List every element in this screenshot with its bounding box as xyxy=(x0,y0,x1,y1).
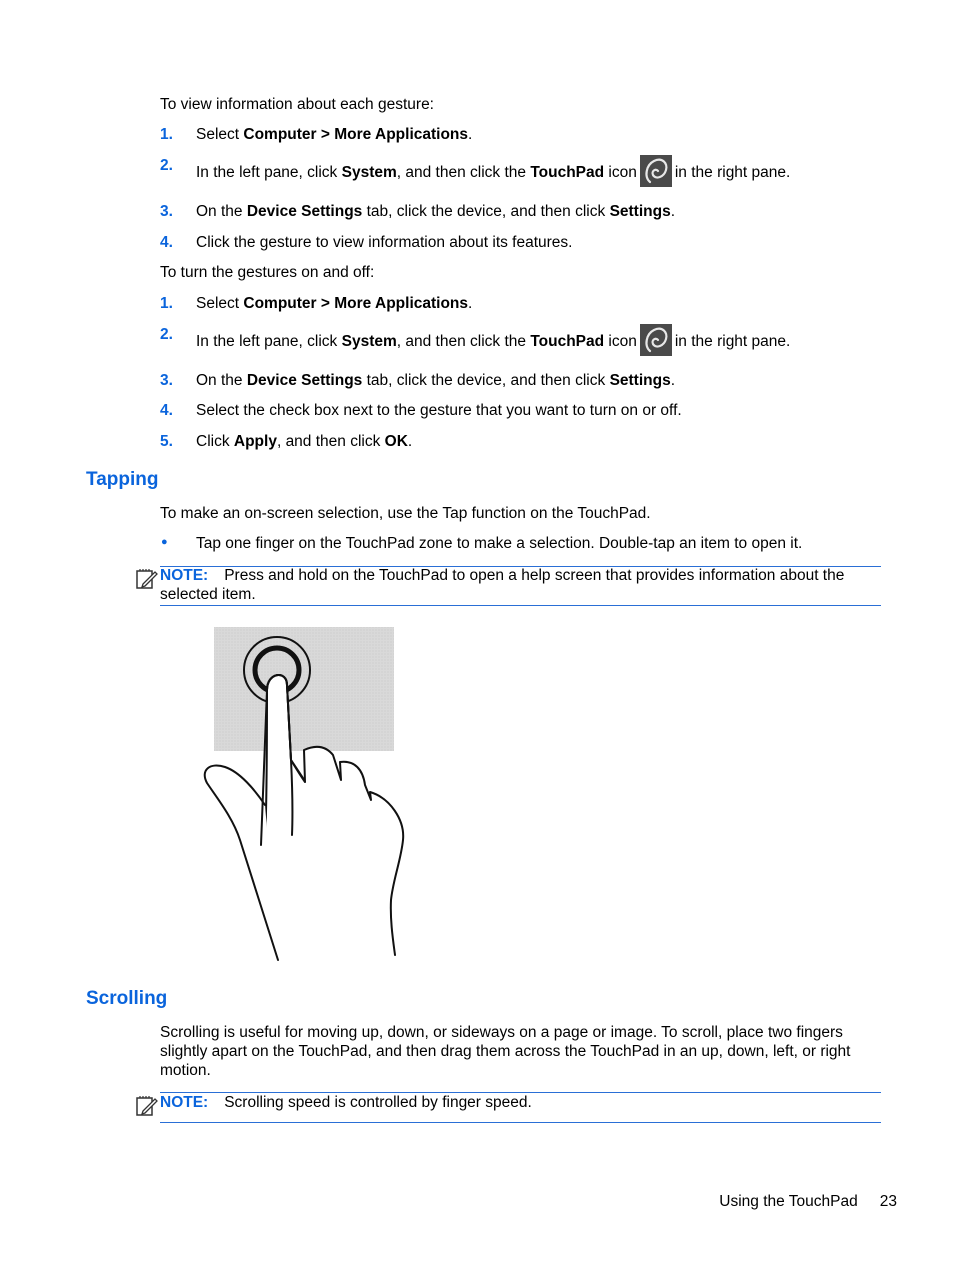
intro-view-text: To view information about each gesture: xyxy=(160,96,434,113)
tapping-body: To make an on-screen selection, use the … xyxy=(160,505,651,522)
scrolling-body-line: Scrolling is useful for moving up, down,… xyxy=(160,1024,843,1041)
step-number: 4. xyxy=(160,234,173,251)
toggle-step-2: In the left pane, click System, and then… xyxy=(196,324,790,358)
view-step-2: In the left pane, click System, and then… xyxy=(196,155,790,189)
tapping-heading: Tapping xyxy=(86,469,159,490)
step-number: 4. xyxy=(160,402,173,419)
note-label: NOTE: xyxy=(160,567,209,584)
view-step-1: Select Computer > More Applications. xyxy=(196,126,473,143)
bullet-marker: ● xyxy=(161,536,168,548)
step-number: 2. xyxy=(160,157,173,174)
touchpad-icon xyxy=(639,324,672,356)
toggle-step-5: Click Apply, and then click OK. xyxy=(196,433,413,450)
note-label: NOTE: xyxy=(160,1094,209,1111)
toggle-step-4: Select the check box next to the gesture… xyxy=(196,402,682,419)
note-text: Press and hold on the TouchPad to open a… xyxy=(224,567,845,584)
note-icon xyxy=(135,1094,159,1123)
footer-section: Using the TouchPad xyxy=(719,1193,858,1210)
page-footer: Using the TouchPad 23 xyxy=(719,1193,897,1211)
view-step-3: On the Device Settings tab, click the de… xyxy=(196,203,676,220)
step-number: 1. xyxy=(160,126,173,143)
tapping-bullet: Tap one finger on the TouchPad zone to m… xyxy=(196,535,803,552)
toggle-step-3: On the Device Settings tab, click the de… xyxy=(196,372,676,389)
scrolling-heading: Scrolling xyxy=(86,988,168,1009)
step-number: 2. xyxy=(160,326,173,343)
tapping-note: NOTE: Press and hold on the TouchPad to o… xyxy=(160,566,881,606)
note-icon xyxy=(135,567,159,596)
scrolling-body-line: motion. xyxy=(160,1062,211,1079)
touchpad-icon xyxy=(639,155,672,187)
intro-toggle-text: To turn the gestures on and off: xyxy=(160,264,375,281)
step-number: 3. xyxy=(160,372,173,389)
note-text-cont: selected item. xyxy=(160,586,256,603)
tap-gesture-illustration xyxy=(195,620,415,970)
scrolling-body-line: slightly apart on the TouchPad, and then… xyxy=(160,1043,851,1060)
step-number: 3. xyxy=(160,203,173,220)
page-number: 23 xyxy=(879,1193,897,1210)
step-number: 5. xyxy=(160,433,173,450)
scrolling-note: NOTE: Scrolling speed is controlled by fi… xyxy=(160,1092,881,1123)
toggle-step-1: Select Computer > More Applications. xyxy=(196,295,473,312)
view-step-4: Click the gesture to view information ab… xyxy=(196,234,573,251)
note-text: Scrolling speed is controlled by finger … xyxy=(224,1094,532,1111)
step-number: 1. xyxy=(160,295,173,312)
